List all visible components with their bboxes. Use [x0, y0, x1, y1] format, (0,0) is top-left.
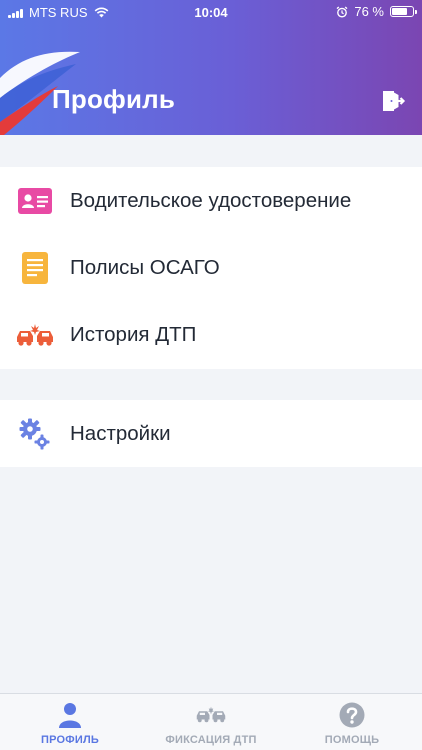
settings-menu: Настройки — [0, 400, 422, 467]
logout-icon — [383, 91, 406, 111]
car-crash-icon — [196, 701, 226, 729]
tab-label: ФИКСАЦИЯ ДТП — [165, 734, 257, 746]
menu-item-accident-history[interactable]: История ДТП — [0, 301, 422, 368]
profile-menu: Водительское удостоверение Полисы ОСАГО — [0, 167, 422, 369]
page-title: Профиль — [52, 84, 176, 114]
status-bar: MTS RUS 10:04 76 % — [0, 0, 422, 24]
tab-accident-fixation[interactable]: ФИКСАЦИЯ ДТП — [141, 694, 281, 750]
gears-icon — [16, 415, 54, 453]
menu-item-settings[interactable]: Настройки — [0, 400, 422, 467]
car-crash-icon — [16, 316, 54, 354]
menu-item-osago-policies[interactable]: Полисы ОСАГО — [0, 234, 422, 301]
menu-item-label: Водительское удостоверение — [70, 188, 352, 212]
menu-item-label: Настройки — [70, 421, 171, 445]
tab-label: ПРОФИЛЬ — [41, 734, 99, 746]
tab-help[interactable]: ПОМОЩЬ — [282, 694, 422, 750]
tab-bar: ПРОФИЛЬ ФИКСАЦИЯ ДТП ПОМОЩЬ — [0, 693, 422, 750]
battery-icon — [390, 6, 417, 17]
document-icon — [16, 249, 54, 287]
header: MTS RUS 10:04 76 % Профиль — [0, 0, 422, 135]
tab-profile[interactable]: ПРОФИЛЬ — [0, 694, 140, 750]
menu-item-drivers-license[interactable]: Водительское удостоверение — [0, 167, 422, 234]
help-icon — [337, 701, 367, 729]
drivers-license-icon — [16, 182, 54, 220]
tab-label: ПОМОЩЬ — [324, 734, 380, 746]
menu-item-label: История ДТП — [70, 322, 197, 346]
menu-item-label: Полисы ОСАГО — [70, 255, 220, 279]
battery-fill — [392, 8, 407, 15]
logout-button[interactable] — [380, 88, 406, 114]
status-right: 76 % — [336, 4, 417, 19]
alarm-icon — [336, 5, 348, 17]
battery-percent: 76 % — [354, 4, 384, 19]
person-icon — [55, 701, 85, 729]
